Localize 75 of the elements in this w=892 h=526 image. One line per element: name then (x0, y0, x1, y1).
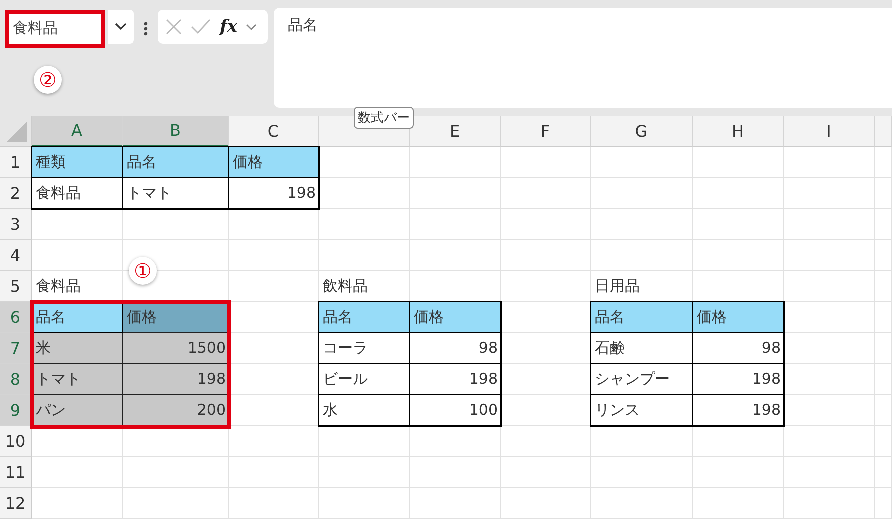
table-cell: コーラ (319, 333, 410, 364)
table-cell: 198 (693, 395, 784, 426)
table-cell (875, 488, 892, 519)
table-cell: 1500 (123, 333, 229, 364)
table-cell (875, 147, 892, 178)
column-header[interactable]: A (32, 116, 123, 147)
column-header[interactable]: G (591, 116, 693, 147)
row-header[interactable]: 8 (0, 364, 32, 395)
table-cell: 198 (123, 364, 229, 395)
column-header[interactable]: B (123, 116, 229, 147)
table-cell: 価格 (410, 302, 501, 333)
table-cell: トマト (123, 178, 229, 209)
table-cell: 石鹸 (591, 333, 693, 364)
check-icon[interactable] (191, 19, 211, 35)
table-cell (875, 364, 892, 395)
column-header[interactable]: E (410, 116, 501, 147)
row-header[interactable]: 2 (0, 178, 32, 209)
table-cell: 食料品 (32, 178, 123, 209)
table-cell: 品名 (32, 302, 123, 333)
row-header[interactable]: 9 (0, 395, 32, 426)
row-header[interactable]: 11 (0, 457, 32, 488)
table-cell: 米 (32, 333, 123, 364)
table-cell: 198 (693, 364, 784, 395)
table-cell (875, 457, 892, 488)
insert-function-button[interactable]: fx (220, 17, 238, 37)
table-cell: 価格 (229, 147, 319, 178)
table-cell: ビール (319, 364, 410, 395)
row-header[interactable]: 12 (0, 488, 32, 519)
table-cell (875, 178, 892, 209)
formula-bar[interactable]: 品名 (274, 8, 892, 108)
row-header[interactable]: 7 (0, 333, 32, 364)
cancel-icon[interactable] (166, 19, 182, 35)
table-cell: 198 (410, 364, 501, 395)
callout-number: ② (34, 66, 62, 94)
table-cell: 水 (319, 395, 410, 426)
table-cell (875, 302, 892, 333)
table-cell: トマト (32, 364, 123, 395)
table-cell: 品名 (319, 302, 410, 333)
column-header[interactable]: H (693, 116, 784, 147)
chevron-icon[interactable] (246, 24, 258, 30)
table-cell: 100 (410, 395, 501, 426)
name-box[interactable]: 食料品 (5, 10, 105, 48)
table-cell (875, 209, 892, 240)
row-header[interactable]: 5 (0, 271, 32, 302)
tooltip: 数式バー (354, 107, 414, 129)
table-cell: 品名 (123, 147, 229, 178)
column-header[interactable]: F (501, 116, 591, 147)
table-cell: 価格 (693, 302, 784, 333)
table-cell (875, 395, 892, 426)
row-header[interactable]: 6 (0, 302, 32, 333)
row-header[interactable]: 10 (0, 426, 32, 457)
column-header[interactable]: C (229, 116, 319, 147)
table-cell: 食料品 (32, 271, 123, 302)
table-cell (875, 240, 892, 271)
table-cell: シャンプー (591, 364, 693, 395)
table-cell (875, 333, 892, 364)
dropdown-button[interactable] (108, 10, 134, 44)
table-cell: 種類 (32, 147, 123, 178)
more-icon[interactable] (144, 22, 148, 36)
table-cell (875, 426, 892, 457)
table-cell: 198 (229, 178, 319, 209)
table-cell: 価格 (123, 302, 229, 333)
table-cell: 品名 (591, 302, 693, 333)
column-header[interactable]: I (784, 116, 875, 147)
row-header[interactable]: 3 (0, 209, 32, 240)
chevron-icon (115, 23, 127, 31)
table-cell (875, 271, 892, 302)
table-cell: 98 (410, 333, 501, 364)
callout-number: ① (129, 257, 157, 285)
table-cell: 98 (693, 333, 784, 364)
table-cell: パン (32, 395, 123, 426)
table-cell: 200 (123, 395, 229, 426)
table-cell: リンス (591, 395, 693, 426)
row-header[interactable]: 1 (0, 147, 32, 178)
row-header[interactable]: 4 (0, 240, 32, 271)
